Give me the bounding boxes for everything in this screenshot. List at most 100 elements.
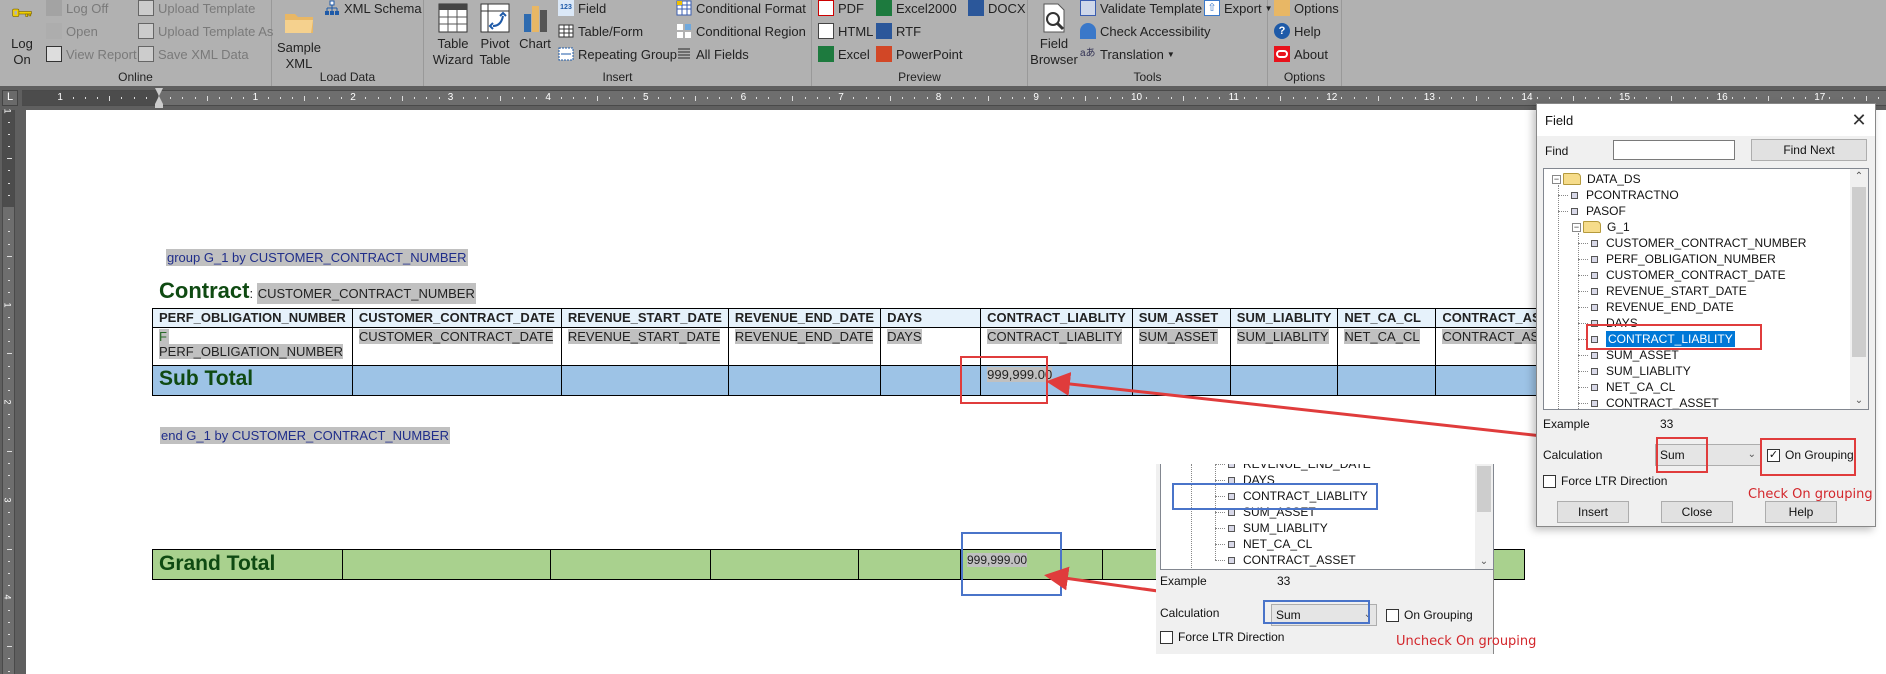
- tree-item[interactable]: CUSTOMER_CONTRACT_DATE: [1578, 267, 1786, 283]
- force-ltr-checkbox[interactable]: Force LTR Direction: [1543, 474, 1667, 488]
- ruler-tick: [1268, 97, 1270, 99]
- close-button[interactable]: Close: [1661, 501, 1733, 523]
- find-input[interactable]: [1613, 140, 1735, 160]
- template-field[interactable]: SUM_ASSET: [1138, 329, 1218, 344]
- field-tree[interactable]: − DATA_DS PCONTRACTNO PASOF − G_1 CUSTOMER_CON…: [1543, 168, 1869, 410]
- for-each-start-field[interactable]: F: [159, 329, 169, 344]
- preview-powerpoint-button[interactable]: PowerPoint: [876, 44, 962, 64]
- about-button[interactable]: About: [1274, 44, 1328, 64]
- tree-scrollbar[interactable]: ⌃ ⌄: [1850, 169, 1868, 409]
- template-field[interactable]: CONTRACT_LIABLITY: [987, 329, 1123, 344]
- chart-button[interactable]: Chart: [516, 0, 554, 52]
- ruler-tick: [84, 97, 86, 99]
- field-tree-2[interactable]: REVENUE_END_DATE DAYS CONTRACT_LIABLITY SUM…: [1160, 464, 1494, 570]
- template-field[interactable]: DAYS: [887, 329, 922, 344]
- ruler-number: 9: [1033, 92, 1039, 103]
- ruler-tick: [7, 646, 12, 648]
- export-dropdown[interactable]: ⇧ Export ▼: [1204, 0, 1273, 18]
- options-button[interactable]: Options: [1274, 0, 1339, 18]
- ruler-tick: [1670, 96, 1672, 101]
- collapse-icon[interactable]: −: [1572, 222, 1581, 232]
- powerpoint-icon: [876, 46, 892, 62]
- tree-item[interactable]: SUM_LIABLITY: [1215, 520, 1328, 536]
- tree-item[interactable]: NET_CA_CL: [1578, 379, 1675, 395]
- ruler-tick: [780, 97, 782, 99]
- force-ltr-checkbox-2[interactable]: Force LTR Direction: [1160, 630, 1284, 644]
- tree-item[interactable]: PERF_OBLIGATION_NUMBER: [1578, 251, 1776, 267]
- ruler-tick: [926, 97, 928, 99]
- on-grouping-checkbox-2[interactable]: On Grouping: [1386, 608, 1473, 622]
- tree-2-scrollbar[interactable]: ⌄: [1475, 464, 1493, 569]
- ruler-tick: [1451, 97, 1453, 99]
- upload-template-button[interactable]: Upload Template: [138, 0, 255, 18]
- template-field[interactable]: REVENUE_END_DATE: [734, 329, 874, 344]
- view-report-button[interactable]: View Report: [46, 44, 137, 64]
- ruler-tick: [1365, 97, 1367, 99]
- preview-excel-button[interactable]: Excel: [818, 44, 870, 64]
- save-xml-data-button[interactable]: Save XML Data: [138, 44, 249, 64]
- tree-item-label: CONTRACT_ASSET: [1606, 396, 1719, 410]
- repeating-group-button[interactable]: Repeating Group: [558, 44, 677, 64]
- conditional-format-button[interactable]: Conditional Format: [676, 0, 806, 18]
- check-accessibility-button[interactable]: Check Accessibility: [1080, 21, 1211, 41]
- field-button[interactable]: 123 Field: [558, 0, 606, 18]
- subtotal-cell: Sub Total: [152, 365, 353, 396]
- log-off-button[interactable]: Log Off: [46, 0, 108, 18]
- all-fields-button[interactable]: All Fields: [676, 44, 749, 64]
- tree-item[interactable]: REVENUE_START_DATE: [1578, 283, 1747, 299]
- vertical-ruler[interactable]: 1 1 2 3 4: [2, 109, 15, 674]
- template-field[interactable]: REVENUE_START_DATE: [567, 329, 721, 344]
- help-dialog-button[interactable]: Help: [1765, 501, 1837, 523]
- preview-rtf-button[interactable]: RTF: [876, 21, 921, 41]
- sample-xml-button[interactable]: Sample XML: [276, 0, 322, 72]
- tree-item[interactable]: PCONTRACTNO: [1558, 187, 1679, 203]
- tree-item[interactable]: REVENUE_END_DATE: [1578, 299, 1734, 315]
- collapse-icon[interactable]: −: [1552, 174, 1561, 184]
- tree-item[interactable]: SUM_LIABLITY: [1578, 363, 1691, 379]
- template-field[interactable]: NET_CA_CL: [1344, 329, 1420, 344]
- contract-number-field[interactable]: CUSTOMER_CONTRACT_NUMBER: [256, 283, 476, 304]
- template-field[interactable]: CUSTOMER_CONTRACT_DATE: [358, 329, 554, 344]
- tab-selector[interactable]: L: [2, 90, 18, 106]
- find-next-button[interactable]: Find Next: [1751, 139, 1867, 161]
- validate-template-button[interactable]: Validate Template: [1080, 0, 1202, 18]
- ruler-tick: [621, 97, 623, 99]
- tree-item[interactable]: REVENUE_END_DATE: [1215, 464, 1371, 472]
- tree-item[interactable]: CONTRACT_ASSET: [1578, 395, 1719, 410]
- preview-excel2000-button[interactable]: Excel2000: [876, 0, 957, 18]
- template-field[interactable]: SUM_LIABLITY: [1236, 329, 1329, 344]
- ruler-tick: [8, 121, 10, 123]
- upload-template-as-button[interactable]: Upload Template As: [138, 21, 273, 41]
- tree-item[interactable]: CONTRACT_ASSET: [1215, 552, 1356, 568]
- group-end-field[interactable]: end G_1 by CUSTOMER_CONTRACT_NUMBER: [160, 427, 450, 444]
- preview-docx-button[interactable]: DOCX: [968, 0, 1026, 18]
- open-button[interactable]: Open: [46, 21, 98, 41]
- translation-dropdown[interactable]: aあ Translation ▼: [1080, 44, 1175, 64]
- ruler-tick: [426, 97, 428, 99]
- table-form-button[interactable]: Table/Form: [558, 21, 643, 41]
- tree-item[interactable]: CUSTOMER_CONTRACT_NUMBER: [1578, 235, 1806, 251]
- close-icon[interactable]: ✕: [1843, 110, 1875, 131]
- tree-node-data-ds[interactable]: − DATA_DS: [1552, 171, 1641, 187]
- ruler-number: 8: [935, 92, 942, 103]
- table-wizard-button[interactable]: Table Wizard: [432, 0, 474, 68]
- log-on-button[interactable]: Log On: [4, 0, 40, 68]
- tree-node-g1[interactable]: − G_1: [1572, 219, 1630, 235]
- template-field[interactable]: PERF_OBLIGATION_NUMBER: [159, 344, 343, 359]
- ruler-number: 4: [545, 92, 551, 103]
- xml-schema-button[interactable]: XML Schema: [324, 0, 422, 18]
- group-label-tools: Tools: [1133, 70, 1162, 84]
- tree-item-label: REVENUE_END_DATE: [1606, 300, 1734, 314]
- preview-html-button[interactable]: HTML: [818, 21, 873, 41]
- pivot-table-button[interactable]: Pivot Table: [476, 0, 514, 68]
- preview-pdf-button[interactable]: PDF: [818, 0, 864, 18]
- tree-item[interactable]: PASOF: [1558, 203, 1626, 219]
- grandtotal-highlight-box: [961, 532, 1062, 596]
- field-browser-button[interactable]: Field Browser: [1030, 0, 1078, 68]
- insert-button[interactable]: Insert: [1557, 501, 1629, 523]
- tree-item[interactable]: NET_CA_CL: [1215, 536, 1312, 552]
- group-start-field[interactable]: group G_1 by CUSTOMER_CONTRACT_NUMBER: [166, 249, 468, 266]
- ruler-tick: [402, 96, 403, 101]
- conditional-region-button[interactable]: Conditional Region: [676, 21, 806, 41]
- help-button[interactable]: ? Help: [1274, 21, 1321, 41]
